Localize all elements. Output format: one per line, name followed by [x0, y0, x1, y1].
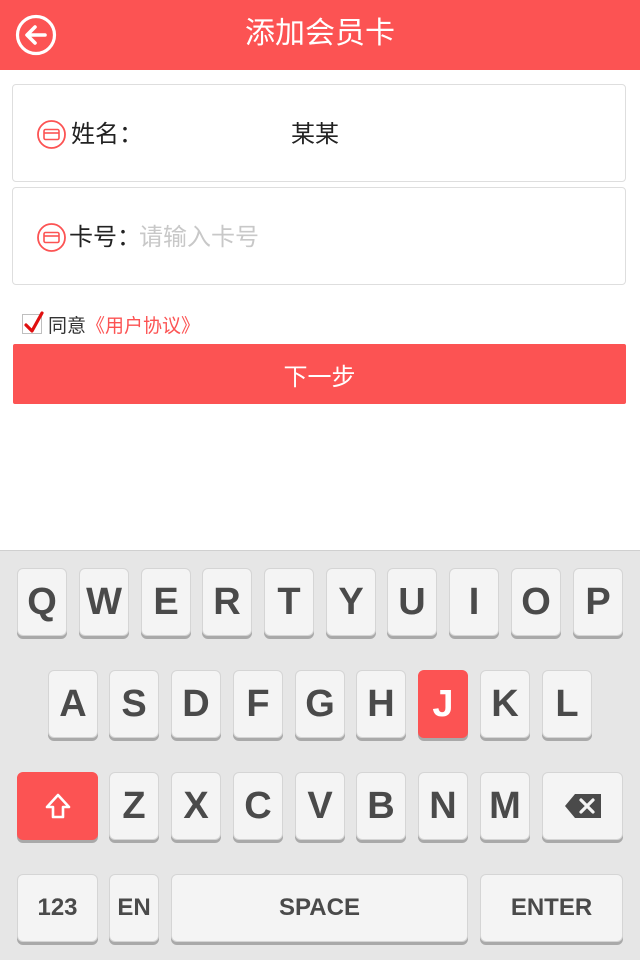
- key-k[interactable]: K: [480, 670, 530, 738]
- key-p[interactable]: P: [573, 568, 623, 636]
- key-r[interactable]: R: [202, 568, 252, 636]
- name-row: 姓名： 某某: [12, 84, 626, 182]
- key-o[interactable]: O: [511, 568, 561, 636]
- key-y[interactable]: Y: [326, 568, 376, 636]
- key-u[interactable]: U: [387, 568, 437, 636]
- key-t[interactable]: T: [264, 568, 314, 636]
- name-label: 姓名：: [71, 120, 143, 148]
- header-bar: 添加会员卡: [0, 0, 640, 70]
- numbers-key[interactable]: 123: [17, 874, 98, 942]
- next-step-button[interactable]: 下一步: [13, 344, 626, 404]
- key-l[interactable]: L: [542, 670, 592, 738]
- agree-checkbox[interactable]: [22, 311, 44, 334]
- key-f[interactable]: F: [233, 670, 283, 738]
- key-x[interactable]: X: [171, 772, 221, 840]
- backspace-icon: [564, 794, 601, 818]
- keyboard: Q W E R T Y U I O P A S D F G H J K L Z …: [0, 550, 640, 960]
- user-agreement-link[interactable]: 《用户协议》: [86, 311, 200, 338]
- page-title: 添加会员卡: [245, 16, 395, 51]
- key-z[interactable]: Z: [109, 772, 159, 840]
- card-icon: [37, 120, 66, 149]
- key-q[interactable]: Q: [17, 568, 67, 636]
- key-a[interactable]: A: [48, 670, 98, 738]
- card-number-input[interactable]: [139, 217, 599, 257]
- key-g[interactable]: G: [295, 670, 345, 738]
- key-n[interactable]: N: [418, 772, 468, 840]
- key-c[interactable]: C: [233, 772, 283, 840]
- shift-icon: [45, 793, 70, 819]
- key-h[interactable]: H: [356, 670, 406, 738]
- key-b[interactable]: B: [356, 772, 406, 840]
- key-i[interactable]: I: [449, 568, 499, 636]
- key-s[interactable]: S: [109, 670, 159, 738]
- key-w[interactable]: W: [79, 568, 129, 636]
- language-key[interactable]: EN: [109, 874, 159, 942]
- key-j[interactable]: J: [418, 670, 468, 738]
- key-d[interactable]: D: [171, 670, 221, 738]
- agree-text: 同意: [48, 314, 87, 337]
- checkmark-icon: [24, 311, 44, 333]
- card-number-label: 卡号：: [69, 223, 141, 251]
- key-v[interactable]: V: [295, 772, 345, 840]
- space-key[interactable]: SPACE: [171, 874, 468, 942]
- shift-key[interactable]: [17, 772, 98, 840]
- key-m[interactable]: M: [480, 772, 530, 840]
- backspace-key[interactable]: [542, 772, 623, 840]
- agreement: 同意 《用户协议》: [22, 311, 200, 337]
- key-e[interactable]: E: [141, 568, 191, 636]
- name-value: 某某: [291, 120, 339, 148]
- enter-key[interactable]: ENTER: [480, 874, 623, 942]
- card-number-row: 卡号：: [12, 187, 626, 285]
- card-icon: [37, 223, 66, 252]
